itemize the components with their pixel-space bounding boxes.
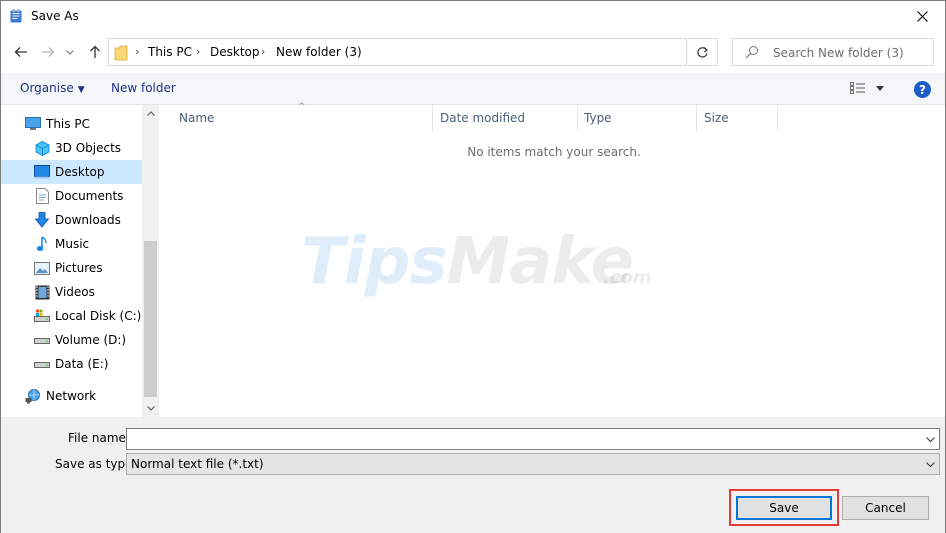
save-as-dialog: Save As › This PC › Desktop › New folder… <box>0 0 946 533</box>
nav-item-3d-objects[interactable]: 3D Objects <box>1 136 142 160</box>
savetype-select[interactable]: Normal text file (*.txt) <box>126 453 940 475</box>
help-icon: ? <box>919 82 926 97</box>
caret-down-icon <box>876 85 884 91</box>
drive-icon <box>34 356 50 372</box>
savetype-dropdown-button[interactable] <box>923 457 937 471</box>
search-input[interactable] <box>773 44 929 62</box>
address-row: › This PC › Desktop › New folder (3) <box>1 35 945 69</box>
chevron-down-icon <box>925 436 935 442</box>
arrow-left-icon <box>14 47 27 57</box>
computer-icon <box>25 116 41 132</box>
breadcrumb-separator-icon: › <box>261 45 266 58</box>
document-icon <box>34 188 50 204</box>
column-header-date-modified[interactable]: Date modified <box>434 105 578 131</box>
arrow-right-icon <box>42 47 55 57</box>
breadcrumb-new-folder[interactable]: New folder (3) <box>276 45 362 59</box>
nav-item-data-e[interactable]: Data (E:) <box>1 352 142 376</box>
navigation-pane: This PC 3D Objects Desktop Documents Dow… <box>1 105 159 417</box>
breadcrumb-this-pc[interactable]: This PC <box>148 45 192 59</box>
download-arrow-icon <box>34 212 50 228</box>
cube-icon <box>34 140 50 156</box>
nav-item-downloads[interactable]: Downloads <box>1 208 142 232</box>
chevron-down-icon <box>66 49 74 55</box>
window-title: Save As <box>31 9 79 23</box>
nav-item-network[interactable]: Network <box>1 384 142 408</box>
arrow-up-icon <box>90 45 100 58</box>
scroll-up-button[interactable] <box>142 105 158 122</box>
command-bar: Organise ▼ New folder ? <box>1 73 945 105</box>
savetype-label: Save as type: <box>55 457 137 471</box>
network-icon <box>25 388 41 404</box>
scroll-thumb[interactable] <box>144 241 157 397</box>
chevron-up-icon <box>146 111 155 116</box>
help-button[interactable]: ? <box>914 81 931 98</box>
forward-button[interactable] <box>38 41 58 63</box>
column-header-size[interactable]: Size <box>698 105 778 131</box>
scroll-down-button[interactable] <box>142 400 158 417</box>
nav-item-pictures[interactable]: Pictures <box>1 256 142 280</box>
close-icon <box>916 10 928 22</box>
notepad-icon <box>10 9 22 23</box>
savetype-value: Normal text file (*.txt) <box>131 457 264 471</box>
cancel-button[interactable]: Cancel <box>842 496 929 520</box>
picture-icon <box>34 260 50 276</box>
refresh-button[interactable] <box>688 38 718 66</box>
save-form: File name: Save as type: Normal text fil… <box>1 417 945 533</box>
search-icon <box>745 46 758 59</box>
caret-down-icon: ▼ <box>77 85 85 95</box>
drive-icon <box>34 332 50 348</box>
column-header-type[interactable]: Type <box>578 105 697 131</box>
organise-button[interactable]: Organise ▼ <box>20 81 85 95</box>
up-button[interactable] <box>85 41 105 63</box>
change-view-button[interactable] <box>850 82 884 94</box>
breadcrumb-separator-icon: › <box>196 45 201 58</box>
new-folder-button[interactable]: New folder <box>111 81 176 95</box>
back-button[interactable] <box>11 41 31 63</box>
search-box[interactable] <box>732 38 934 66</box>
nav-item-this-pc[interactable]: This PC <box>1 112 142 136</box>
column-header-name[interactable]: Name <box>173 105 433 131</box>
folder-icon <box>114 45 128 61</box>
nav-item-videos[interactable]: Videos <box>1 280 142 304</box>
nav-item-local-disk-c[interactable]: Local Disk (C:) <box>1 304 142 328</box>
system-drive-icon <box>34 308 50 324</box>
breadcrumb-separator-icon: › <box>135 45 140 58</box>
filename-label: File name: <box>68 431 130 445</box>
new-folder-label: New folder <box>111 81 176 95</box>
close-button[interactable] <box>899 1 945 31</box>
organise-label: Organise <box>20 81 74 95</box>
nav-item-music[interactable]: Music <box>1 232 142 256</box>
filename-dropdown-button[interactable] <box>923 432 937 446</box>
nav-item-documents[interactable]: Documents <box>1 184 142 208</box>
title-bar: Save As <box>1 1 945 31</box>
nav-scrollbar[interactable] <box>142 105 158 417</box>
details-view-icon <box>850 82 865 94</box>
music-note-icon <box>34 236 50 252</box>
recent-locations-button[interactable] <box>63 41 77 63</box>
filename-input[interactable] <box>131 431 915 447</box>
empty-message: No items match your search. <box>467 145 641 159</box>
file-list: ^ Name Date modified Type Size No items … <box>159 102 945 417</box>
refresh-icon <box>697 46 708 58</box>
nav-item-volume-d[interactable]: Volume (D:) <box>1 328 142 352</box>
filename-combobox[interactable] <box>126 428 940 450</box>
address-bar[interactable]: › This PC › Desktop › New folder (3) <box>108 38 780 66</box>
save-button[interactable]: Save <box>736 496 832 520</box>
film-icon <box>34 284 50 300</box>
desktop-icon <box>34 164 50 180</box>
chevron-down-icon <box>146 406 155 411</box>
breadcrumb-desktop[interactable]: Desktop <box>210 45 260 59</box>
chevron-down-icon <box>925 461 935 467</box>
nav-item-desktop[interactable]: Desktop <box>1 160 142 184</box>
